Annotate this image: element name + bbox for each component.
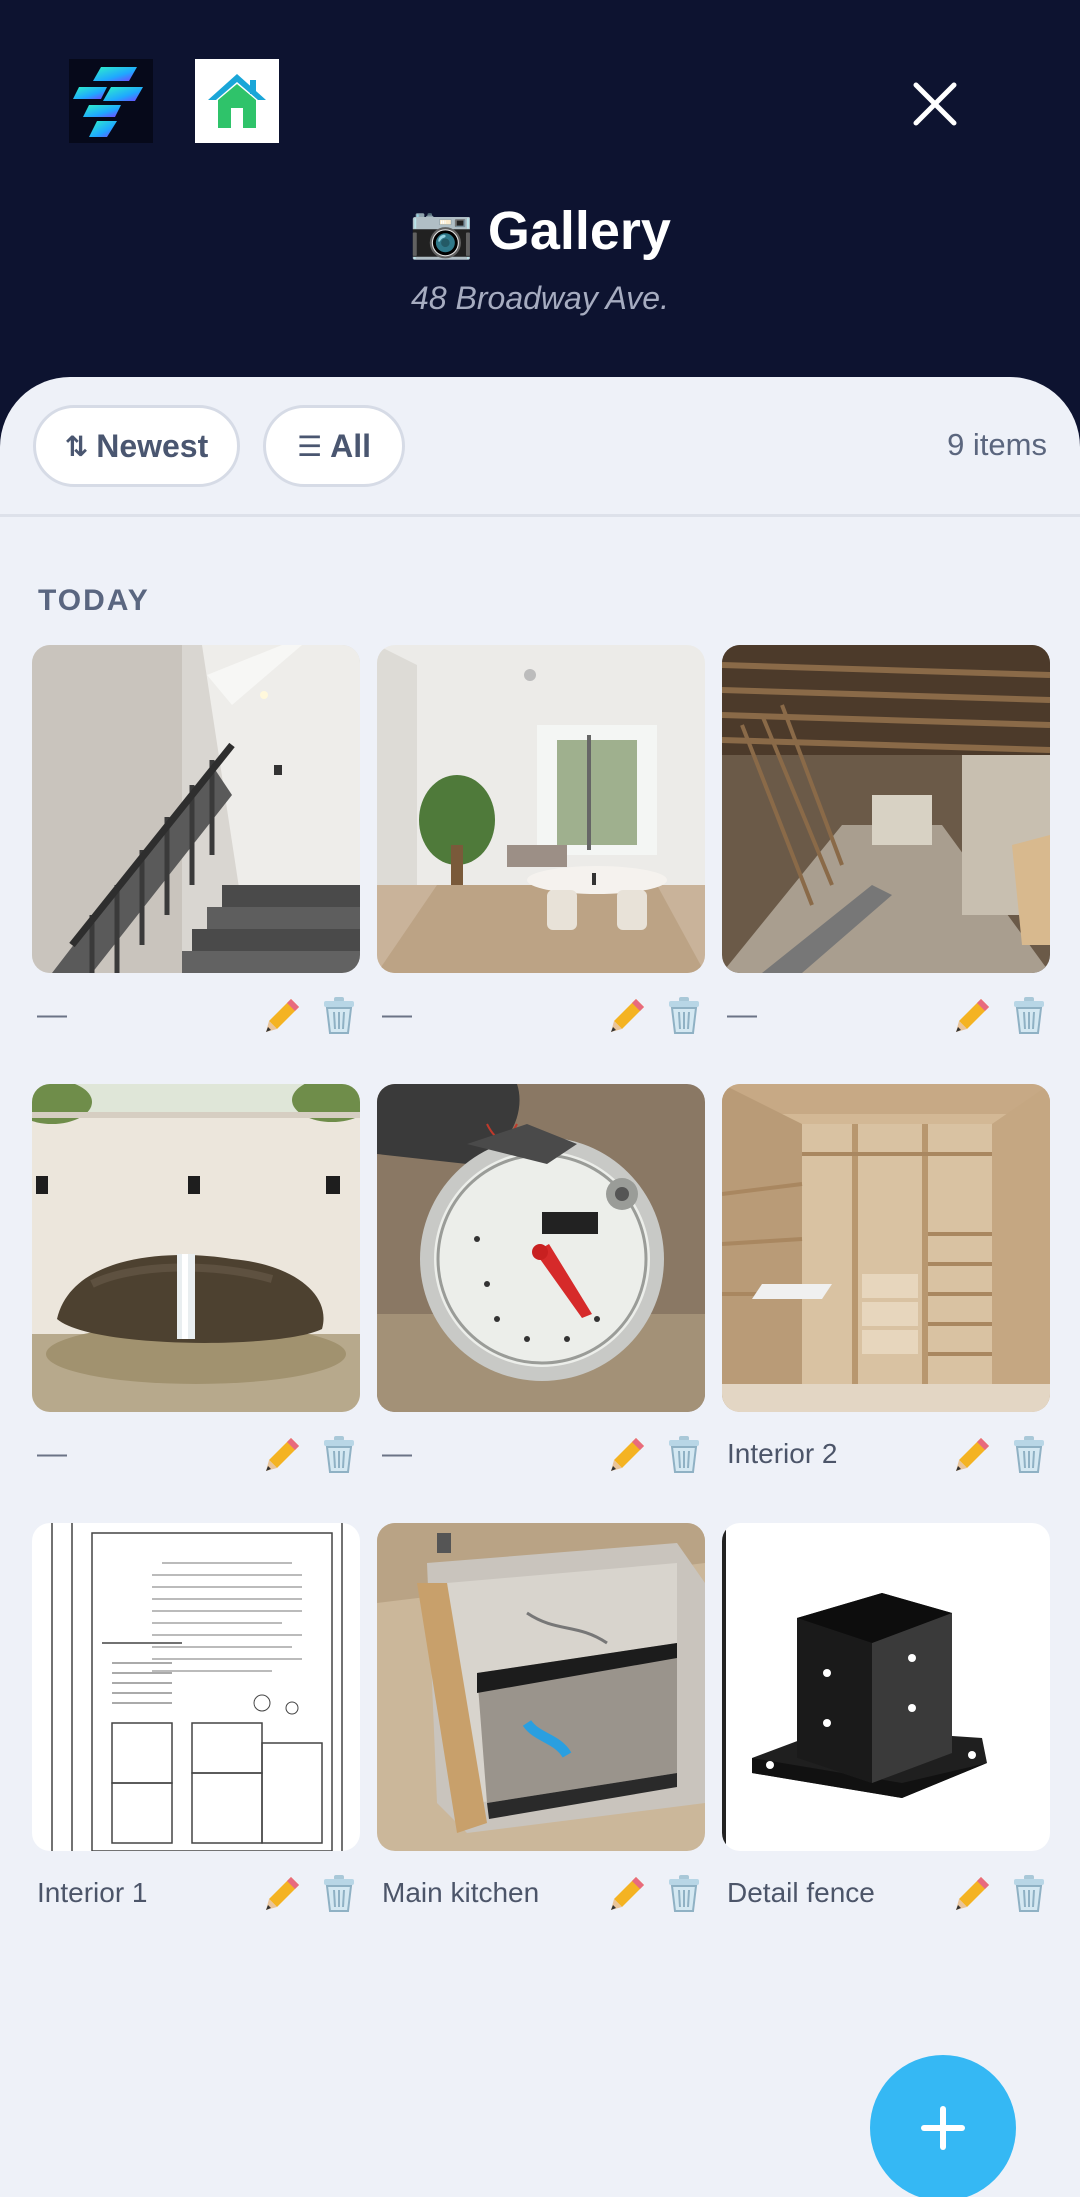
sort-button[interactable]: ⇅ Newest <box>33 405 240 487</box>
photo-thumbnail-rock-fountain[interactable] <box>32 1084 360 1412</box>
sort-label: Newest <box>96 427 209 464</box>
photo-card: — <box>32 1084 360 1523</box>
trash-icon[interactable] <box>318 1869 360 1917</box>
photo-caption-row: Interior 2 <box>722 1424 1050 1484</box>
photo-caption: Main kitchen <box>382 1877 540 1908</box>
filter-label: All <box>330 427 371 464</box>
photo-caption: Detail fence <box>727 1877 875 1908</box>
trash-icon[interactable] <box>663 1430 705 1478</box>
section-title: TODAY <box>38 584 150 617</box>
photo-caption-row: — <box>32 1424 360 1484</box>
photo-caption-row: — <box>722 985 1050 1045</box>
pencil-icon[interactable] <box>607 1430 649 1478</box>
photo-caption-row: — <box>32 985 360 1045</box>
trash-icon[interactable] <box>318 1430 360 1478</box>
pencil-icon[interactable] <box>952 1869 994 1917</box>
trash-icon[interactable] <box>1008 1430 1050 1478</box>
photo-thumbnail-staircase[interactable] <box>32 645 360 973</box>
pencil-icon[interactable] <box>262 1869 304 1917</box>
photo-thumbnail-water-meter[interactable] <box>377 1084 705 1412</box>
house-logo-icon[interactable] <box>195 59 279 143</box>
item-count: 9 items <box>947 427 1047 462</box>
gallery-sheet: ⇅ Newest ☰ All 9 items TODAY — — — — — I… <box>0 377 1080 2197</box>
photo-caption: Interior 2 <box>727 1438 838 1469</box>
photo-thumbnail-cabinet-box[interactable] <box>377 1523 705 1851</box>
photo-card: Main kitchen <box>377 1523 705 1962</box>
project-address: 48 Broadway Ave. <box>411 280 669 316</box>
photo-caption: — <box>382 1437 412 1470</box>
page-title-text: Gallery <box>487 201 671 261</box>
trash-icon[interactable] <box>1008 991 1050 1039</box>
photo-card: Detail fence <box>722 1523 1050 1962</box>
photo-caption-row: Interior 1 <box>32 1863 360 1923</box>
pencil-icon[interactable] <box>952 1430 994 1478</box>
photo-caption: — <box>382 998 412 1031</box>
photo-card: — <box>377 1084 705 1523</box>
photo-card: — <box>32 645 360 1084</box>
photo-thumbnail-floor-plan[interactable] <box>32 1523 360 1851</box>
header: 📷 Gallery 48 Broadway Ave. <box>0 0 1080 420</box>
pencil-icon[interactable] <box>952 991 994 1039</box>
photo-caption-row: — <box>377 1424 705 1484</box>
trash-icon[interactable] <box>318 991 360 1039</box>
trash-icon[interactable] <box>663 1869 705 1917</box>
photo-caption: Interior 1 <box>37 1877 148 1908</box>
trash-icon[interactable] <box>663 991 705 1039</box>
photo-thumbnail-closet-shelving[interactable] <box>722 1084 1050 1412</box>
photo-thumbnail-post-base-bracket[interactable] <box>722 1523 1050 1851</box>
photo-caption-row: Detail fence <box>722 1863 1050 1923</box>
filter-button[interactable]: ☰ All <box>263 405 405 487</box>
sort-icon: ⇅ <box>64 430 89 462</box>
photo-thumbnail-construction-interior[interactable] <box>722 645 1050 973</box>
close-icon[interactable] <box>900 74 970 134</box>
filter-icon: ☰ <box>297 430 323 462</box>
pencil-icon[interactable] <box>607 991 649 1039</box>
trash-icon[interactable] <box>1008 1869 1050 1917</box>
pencil-icon[interactable] <box>262 1430 304 1478</box>
app-logo-icon[interactable] <box>69 59 153 143</box>
photo-caption-row: Main kitchen <box>377 1863 705 1923</box>
photo-caption: — <box>727 998 757 1031</box>
photo-thumbnail-living-room[interactable] <box>377 645 705 973</box>
photo-card: — <box>377 645 705 1084</box>
toolbar: ⇅ Newest ☰ All 9 items <box>0 377 1080 517</box>
photo-card: Interior 1 <box>32 1523 360 1962</box>
photo-grid: — — — — — Interior 2 Interior 1 Main kit… <box>32 645 1050 1962</box>
photo-caption: — <box>37 998 67 1031</box>
pencil-icon[interactable] <box>607 1869 649 1917</box>
add-photo-button[interactable] <box>870 2055 1016 2197</box>
page-title: 📷 Gallery <box>0 196 1080 266</box>
photo-caption: — <box>37 1437 67 1470</box>
pencil-icon[interactable] <box>262 991 304 1039</box>
camera-icon: 📷 <box>409 202 474 261</box>
photo-card: — <box>722 645 1050 1084</box>
photo-caption-row: — <box>377 985 705 1045</box>
plus-icon <box>921 2106 965 2150</box>
photo-card: Interior 2 <box>722 1084 1050 1523</box>
